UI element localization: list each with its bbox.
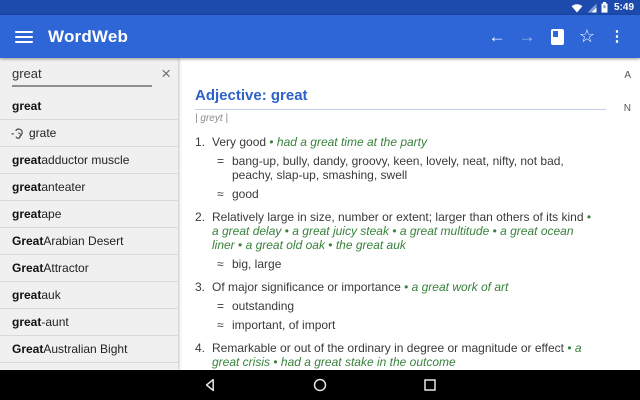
synonym-marker: = (217, 154, 232, 182)
bookmarks-button[interactable] (542, 29, 572, 45)
definition-number: 1. (195, 135, 212, 201)
sidebar: × great grategreat adductor musclegreat … (0, 58, 178, 370)
definition-number: 4. (195, 341, 212, 370)
synonym-list[interactable]: outstanding (232, 299, 598, 313)
example-text: had a great stake in the outcome (281, 355, 456, 369)
headword-block: Adjective: great (195, 87, 606, 110)
index-letter-noun[interactable]: N (624, 103, 631, 114)
example-bullet: • (281, 224, 292, 238)
app-title: WordWeb (48, 27, 128, 47)
bookmark-page-icon (551, 29, 564, 45)
nav-back-button[interactable] (198, 378, 222, 392)
homophone-icon (10, 127, 24, 140)
definitions: 1.Very good • had a great time at the pa… (195, 135, 640, 370)
example-text: had a great time at the party (277, 135, 427, 149)
list-item[interactable]: great adductor muscle (0, 147, 178, 174)
definition-pane: A N Adjective: great | greyt | 1.Very go… (178, 58, 640, 370)
example-text: a great delay (212, 224, 281, 238)
clear-search-icon[interactable]: × (161, 65, 171, 82)
list-item[interactable]: grate (0, 120, 178, 147)
main-body: × great grategreat adductor musclegreat … (0, 58, 640, 370)
example-text: a great old oak (246, 238, 325, 252)
list-item[interactable]: great ape (0, 201, 178, 228)
similar-list[interactable]: big, large (232, 257, 598, 271)
search-input[interactable] (12, 63, 152, 87)
list-item[interactable]: great-aunt (0, 309, 178, 336)
definition-text: Very good • had a great time at the part… (212, 135, 598, 201)
example-bullet: • (401, 280, 412, 294)
android-nav-bar (0, 370, 640, 400)
list-item[interactable]: Great Arabian Desert (0, 228, 178, 255)
example-bullet: • (389, 224, 400, 238)
definition-text: Of major significance or importance • a … (212, 280, 598, 332)
definition-item: 3.Of major significance or importance • … (195, 280, 598, 332)
synonym-marker: = (217, 299, 232, 313)
similar-list[interactable]: important, of import (232, 318, 598, 332)
nav-home-button[interactable] (308, 378, 332, 392)
overflow-menu-button[interactable]: ⋮ (602, 15, 632, 58)
battery-icon (601, 2, 608, 13)
wifi-icon (571, 3, 583, 13)
example-bullet: • (564, 341, 575, 355)
similar-marker: ≈ (217, 257, 232, 271)
definition-number: 3. (195, 280, 212, 332)
index-letter-adjective[interactable]: A (624, 70, 631, 81)
list-item[interactable]: great auk (0, 282, 178, 309)
list-item[interactable]: Great Attractor (0, 255, 178, 282)
example-text: a great work of art (412, 280, 509, 294)
signal-icon (587, 3, 597, 13)
definition-item: 1.Very good • had a great time at the pa… (195, 135, 598, 201)
back-button[interactable]: ← (482, 15, 512, 58)
app-bar: WordWeb ← → ☆ ⋮ (0, 15, 640, 58)
similar-list[interactable]: good (232, 187, 598, 201)
example-bullet: • (266, 135, 277, 149)
pronunciation: | greyt | (195, 113, 640, 124)
definition-text: Relatively large in size, number or exte… (212, 210, 598, 271)
list-item[interactable]: great (0, 93, 178, 120)
example-text: the great auk (336, 238, 406, 252)
example-text: a great multitude (400, 224, 489, 238)
status-bar: 5:49 (0, 0, 640, 15)
nav-recents-button[interactable] (418, 378, 442, 392)
clock: 5:49 (614, 0, 634, 15)
definition-text: Remarkable or out of the ordinary in deg… (212, 341, 598, 370)
example-text: a great juicy steak (292, 224, 389, 238)
list-item[interactable]: Great Australian Desert (0, 363, 178, 370)
favorites-button[interactable]: ☆ (572, 15, 602, 58)
similar-marker: ≈ (217, 187, 232, 201)
forward-button[interactable]: → (512, 15, 542, 58)
synonym-list[interactable]: bang-up, bully, dandy, groovy, keen, lov… (232, 154, 598, 182)
example-bullet: • (489, 224, 500, 238)
definition-item: 4.Remarkable or out of the ordinary in d… (195, 341, 598, 370)
similar-marker: ≈ (217, 318, 232, 332)
example-bullet: • (270, 355, 281, 369)
app-bar-actions: ← → ☆ ⋮ (482, 15, 632, 58)
page-title: Adjective: great (195, 87, 308, 104)
list-item[interactable]: great anteater (0, 174, 178, 201)
example-bullet: • (325, 238, 336, 252)
wordweb-app-window: 5:49 WordWeb ← → ☆ ⋮ × great (0, 0, 640, 400)
search-row: × (0, 58, 178, 93)
definition-item: 2.Relatively large in size, number or ex… (195, 210, 598, 271)
example-bullet: • (584, 210, 592, 224)
menu-icon[interactable] (15, 28, 33, 46)
list-item[interactable]: Great Australian Bight (0, 336, 178, 363)
definition-number: 2. (195, 210, 212, 271)
word-list: great grategreat adductor musclegreat an… (0, 93, 178, 370)
example-bullet: • (235, 238, 246, 252)
